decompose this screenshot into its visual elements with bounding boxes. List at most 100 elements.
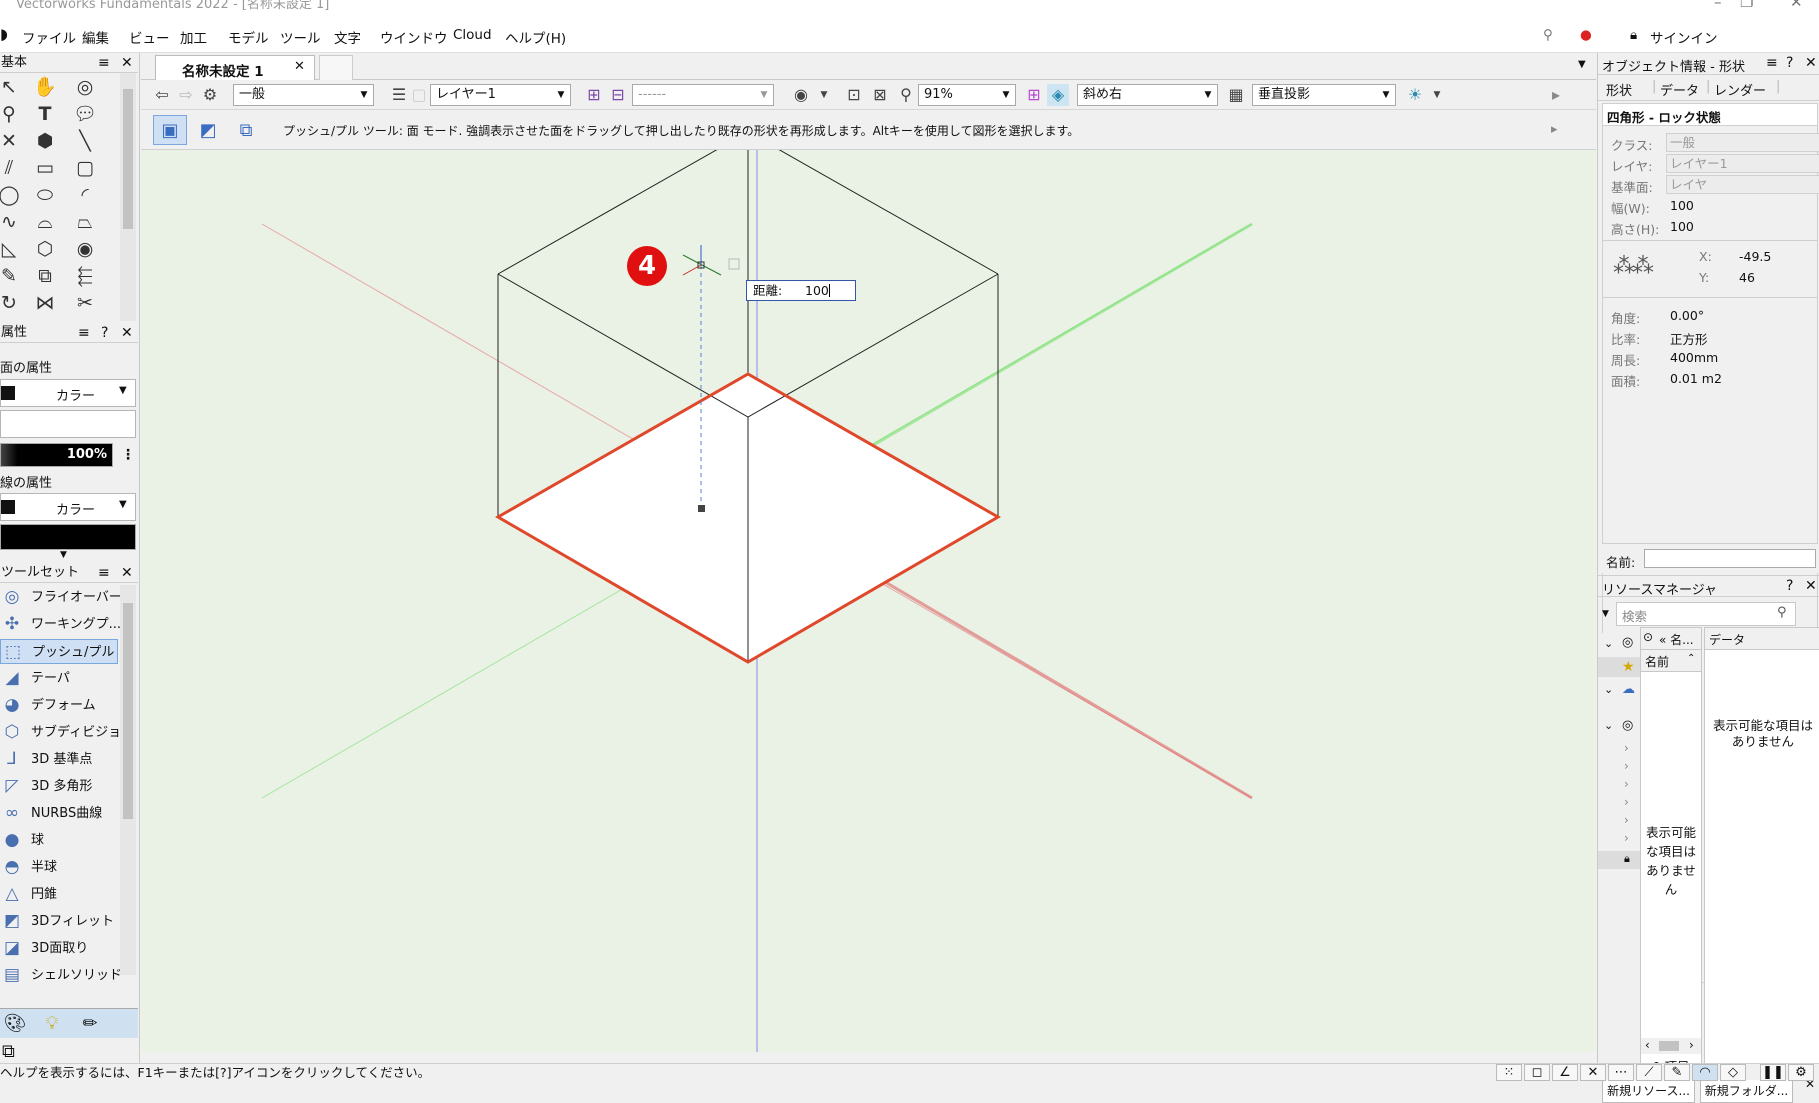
column-data-header[interactable]: データ bbox=[1709, 631, 1745, 648]
text-tool-icon[interactable]: T bbox=[32, 102, 58, 126]
dropdown-arrow-icon[interactable]: ▼ bbox=[813, 84, 835, 106]
palette-menu-icon[interactable]: ≡ bbox=[98, 53, 110, 73]
reshape-tool-icon[interactable]: ⬱ bbox=[72, 264, 98, 288]
cursor-anchor-handle[interactable] bbox=[698, 505, 705, 512]
polygon-tool-icon[interactable]: ⏢ bbox=[72, 210, 98, 234]
line-preview[interactable] bbox=[0, 524, 136, 550]
menu-text[interactable]: 文字 bbox=[334, 27, 361, 47]
snap-point-icon[interactable]: ✎ bbox=[1664, 1064, 1690, 1081]
drawing-canvas[interactable]: 4 距離: 100 bbox=[141, 150, 1596, 1052]
toolset-item[interactable]: ⬚ プッシュ/プル bbox=[0, 639, 118, 664]
pan-tool-icon[interactable]: ✋ bbox=[32, 75, 58, 99]
line-tool-icon[interactable]: ╲ bbox=[72, 129, 98, 153]
help-icon[interactable]: ? bbox=[101, 323, 108, 343]
zoom-dropdown[interactable]: 91% ▼ bbox=[918, 84, 1016, 106]
polyline-tool-icon[interactable]: ⌓ bbox=[32, 210, 58, 234]
crop-tool-icon[interactable]: ⧉ bbox=[32, 264, 58, 288]
view-dropdown[interactable]: 斜め右 ▼ bbox=[1077, 84, 1218, 106]
menu-cloud[interactable]: Cloud bbox=[453, 27, 492, 43]
menu-modify[interactable]: 加工 bbox=[180, 27, 207, 47]
chevron-down-icon[interactable]: ⌄ bbox=[1604, 683, 1613, 696]
view-cube-icon[interactable]: ◈ bbox=[1047, 84, 1069, 106]
toolset-item[interactable]: ◓ 半球 bbox=[0, 855, 118, 880]
attribute-tool-icon[interactable]: ⚲ bbox=[0, 102, 22, 126]
opacity-bar[interactable]: 100% bbox=[0, 443, 113, 467]
minimize-icon[interactable]: – bbox=[1714, 0, 1722, 10]
plane-field[interactable]: レイヤ bbox=[1666, 175, 1819, 194]
toolset-item[interactable]: ▤ シェルソリッド bbox=[0, 963, 122, 988]
double-line-tool-icon[interactable]: ⫽ bbox=[0, 156, 22, 180]
callout-tool-icon[interactable]: 💬︎ bbox=[72, 102, 98, 126]
column-name-header[interactable]: « 名... bbox=[1659, 631, 1694, 648]
toolset-item[interactable]: ◪ 3D面取り bbox=[0, 936, 118, 961]
multi-face-mode-button[interactable]: ⧉ bbox=[229, 115, 263, 145]
menu-window[interactable]: ウインドウ bbox=[380, 27, 448, 47]
fill-preview[interactable] bbox=[0, 410, 136, 438]
app-icon[interactable]: ◗ bbox=[0, 25, 8, 43]
favorites-group-icon[interactable]: ◎ bbox=[1622, 635, 1633, 650]
sheet-dropdown[interactable]: ------ ▼ bbox=[632, 84, 774, 106]
layer-field[interactable]: レイヤー1 bbox=[1666, 154, 1819, 173]
palette-close-icon[interactable]: ✕ bbox=[1805, 578, 1817, 594]
selection-tool-icon[interactable]: ↖ bbox=[0, 75, 22, 99]
more-options-icon[interactable]: ⋮ bbox=[121, 447, 135, 463]
dimension-tool-icon[interactable]: ✕ bbox=[0, 129, 22, 153]
tab-close-icon[interactable]: ✕ bbox=[294, 59, 305, 74]
sketch-tab-icon[interactable]: ✏ bbox=[76, 1011, 104, 1037]
palette-menu-icon[interactable]: ≡ bbox=[1766, 55, 1778, 71]
height-value[interactable]: 100 bbox=[1670, 219, 1694, 234]
class-dropdown[interactable]: 一般 ▼ bbox=[233, 84, 374, 106]
chevron-right-icon[interactable]: › bbox=[1624, 795, 1629, 809]
snap-plane-icon[interactable]: ◇ bbox=[1720, 1064, 1746, 1081]
chevron-right-icon[interactable]: › bbox=[1624, 813, 1629, 827]
chevron-right-icon[interactable]: › bbox=[1624, 777, 1629, 791]
zoom-objects-icon[interactable]: ⊠ bbox=[869, 84, 891, 106]
class-field[interactable]: 一般 bbox=[1666, 133, 1819, 152]
distance-value[interactable]: 100 bbox=[805, 281, 829, 300]
zoom-fit-icon[interactable]: ⊡ bbox=[843, 84, 865, 106]
x-value[interactable]: -49.5 bbox=[1739, 249, 1771, 264]
palette-menu-icon[interactable]: ≡ bbox=[78, 323, 90, 343]
new-tab-button[interactable] bbox=[319, 55, 353, 80]
y-value[interactable]: 46 bbox=[1739, 270, 1755, 285]
doc-tab-active[interactable]: 名称未設定 1 ✕ bbox=[155, 55, 315, 80]
palette-close-icon[interactable]: ✕ bbox=[121, 323, 133, 343]
toolset-item[interactable]: ∞ NURBS曲線 bbox=[0, 801, 118, 826]
anchor-point-icon[interactable]: ⁂⁂ bbox=[1613, 254, 1654, 279]
projection-grid-icon[interactable]: ⊞ bbox=[1023, 84, 1045, 106]
spiral-tool-icon[interactable]: ◉ bbox=[72, 237, 98, 261]
tab-list-arrow-icon[interactable]: ▼ bbox=[1578, 59, 1586, 70]
dropdown-arrow-icon[interactable]: ▼ bbox=[1426, 84, 1448, 106]
palette-close-icon[interactable]: ✕ bbox=[121, 53, 133, 73]
snap-grid-icon[interactable]: ⁙ bbox=[1496, 1064, 1522, 1081]
list-horizontal-scrollbar[interactable]: ‹ › bbox=[1641, 1038, 1701, 1054]
snap-object-icon[interactable]: ◻ bbox=[1524, 1064, 1550, 1081]
snap-intersection-icon[interactable]: ✕ bbox=[1580, 1064, 1606, 1081]
render-mode-icon[interactable]: ▦ bbox=[1225, 84, 1247, 106]
snap-edge-icon[interactable]: ◠ bbox=[1692, 1064, 1718, 1081]
zoom-icon[interactable]: ⚲ bbox=[895, 84, 917, 106]
new-folder-button[interactable]: 新規フォルダ... bbox=[1700, 1079, 1793, 1103]
palette-close-icon[interactable]: ✕ bbox=[1805, 55, 1817, 71]
menu-help[interactable]: ヘルプ(H) bbox=[505, 27, 566, 47]
layer-options-icon[interactable]: ☰ bbox=[388, 84, 410, 106]
saved-views-icon[interactable]: ⊞ bbox=[583, 84, 605, 106]
snap-angle-icon[interactable]: ∠ bbox=[1552, 1064, 1578, 1081]
toolset-item[interactable]: ✣ ワーキングプ... bbox=[0, 612, 121, 637]
regular-polygon-tool-icon[interactable]: ⬡ bbox=[32, 237, 58, 261]
class-options-icon[interactable]: ⚙ bbox=[199, 84, 221, 106]
menu-model[interactable]: モデル bbox=[228, 27, 269, 47]
flyover-tool-icon[interactable]: ◎ bbox=[72, 75, 98, 99]
chevron-right-icon[interactable]: › bbox=[1624, 741, 1629, 755]
chevron-right-icon[interactable]: › bbox=[1624, 831, 1629, 845]
star-icon[interactable]: ★ bbox=[1622, 659, 1635, 675]
freehand-tool-icon[interactable]: ∿ bbox=[0, 210, 22, 234]
toolset-item[interactable]: ◕ デフォーム bbox=[0, 693, 118, 718]
expand-arrow-icon[interactable]: ▼ bbox=[60, 550, 67, 560]
triangle-tool-icon[interactable]: ◺ bbox=[0, 237, 22, 261]
help-icon[interactable]: ? bbox=[1786, 578, 1793, 594]
new-resource-button[interactable]: 新規リソース... bbox=[1602, 1079, 1695, 1103]
display-mode-icon[interactable]: ◉ bbox=[790, 84, 812, 106]
rotate-tool-icon[interactable]: ↻ bbox=[0, 291, 22, 315]
split-tool-icon[interactable]: ✂ bbox=[72, 291, 98, 315]
